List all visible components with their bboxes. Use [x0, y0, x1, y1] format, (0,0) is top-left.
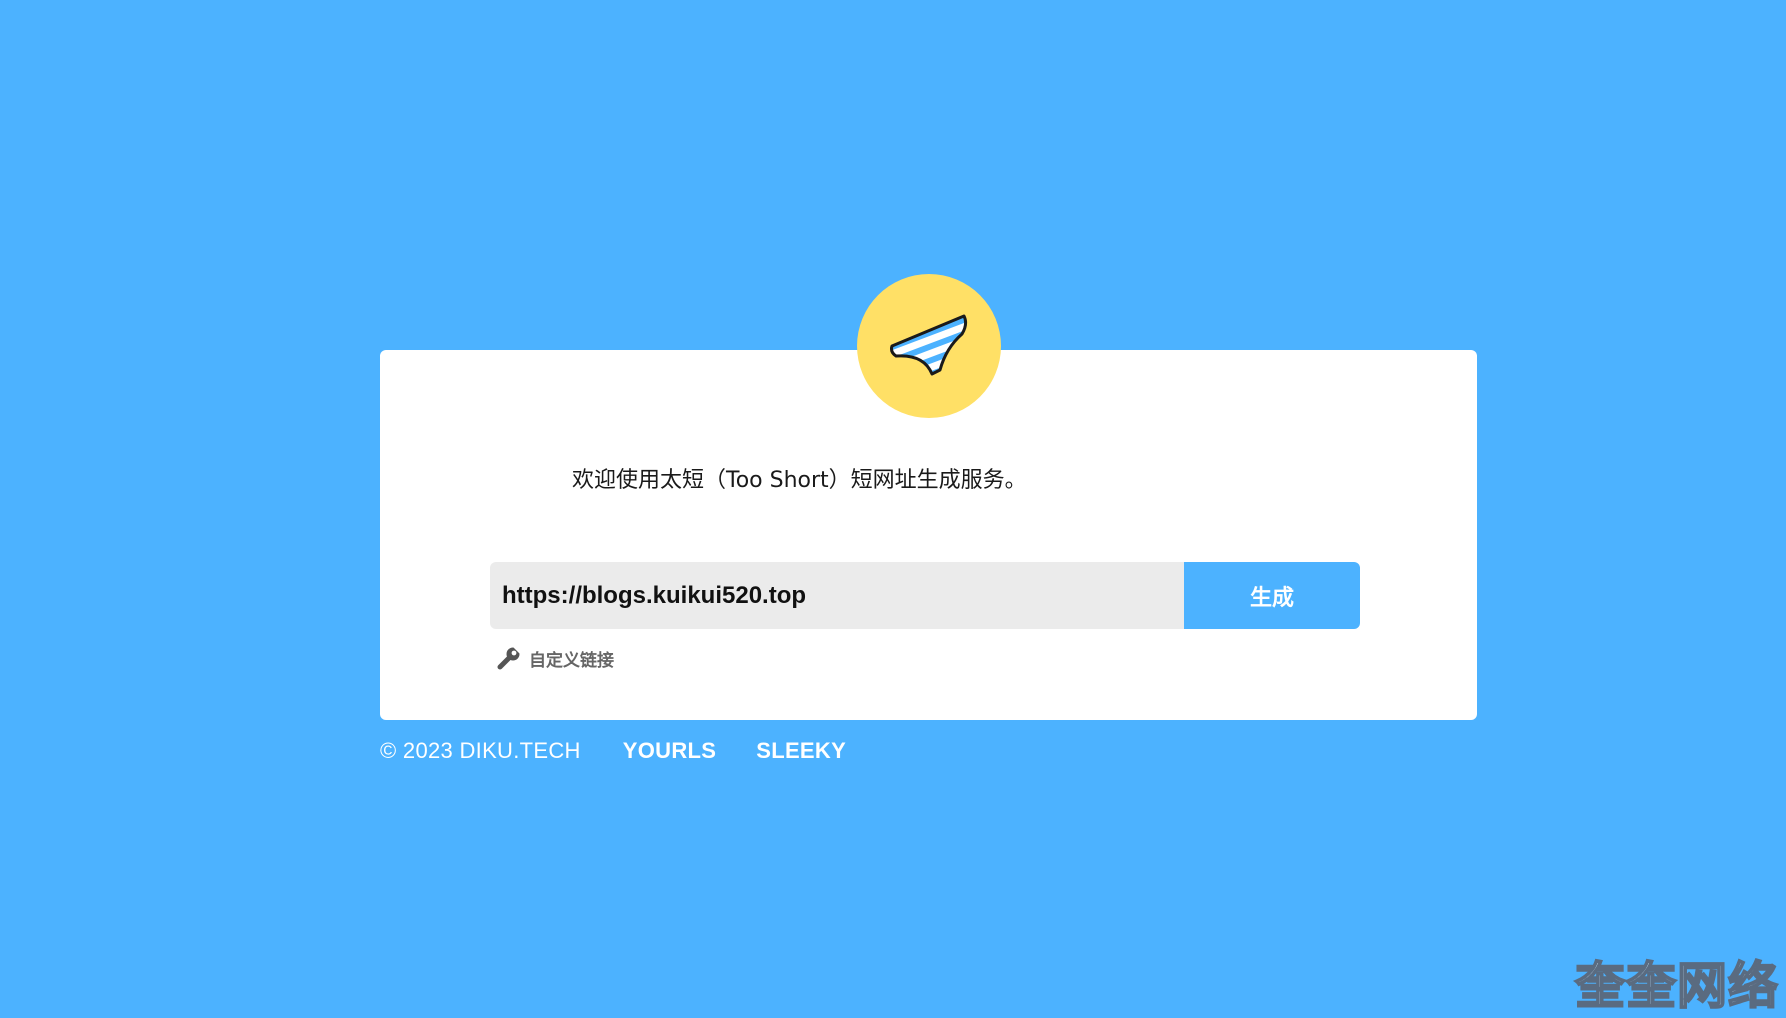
- footer: © 2023 DIKU.TECH YOURLS SLEEKY: [380, 738, 886, 764]
- copyright-text: © 2023 DIKU.TECH: [380, 738, 581, 763]
- custom-link-label: 自定义链接: [529, 650, 614, 671]
- wrench-icon: [497, 647, 520, 670]
- url-input[interactable]: [490, 562, 1184, 629]
- footer-link-sleeky[interactable]: SLEEKY: [756, 738, 846, 764]
- footer-link-yourls[interactable]: YOURLS: [623, 738, 716, 764]
- shorten-form: 生成: [490, 562, 1360, 629]
- welcome-text: 欢迎使用太短（Too Short）短网址生成服务。: [572, 468, 1027, 493]
- watermark: 奎奎网络: [1574, 956, 1779, 1016]
- generate-button[interactable]: 生成: [1184, 562, 1360, 629]
- striped-underwear-icon: [890, 314, 968, 376]
- logo: [857, 274, 1001, 418]
- custom-link-toggle[interactable]: 自定义链接: [496, 645, 614, 671]
